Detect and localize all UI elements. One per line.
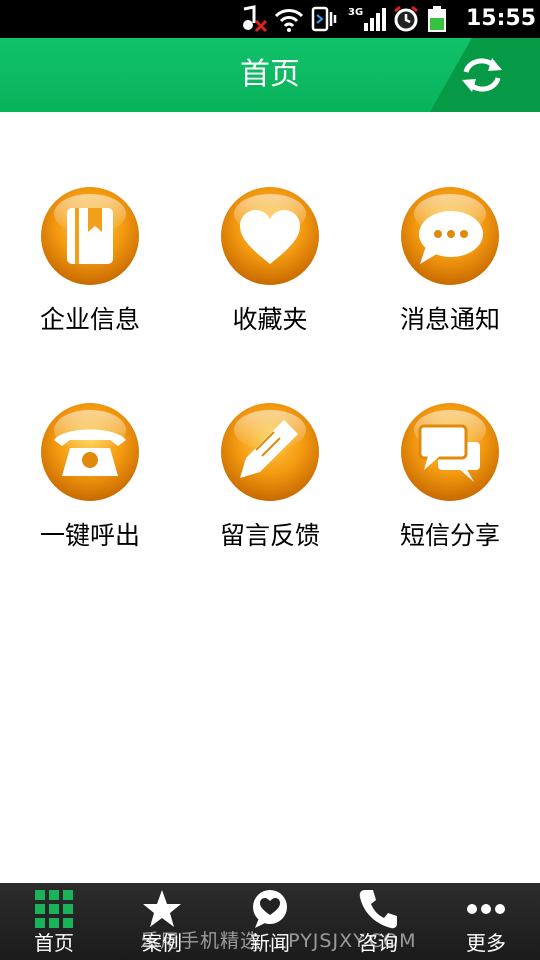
refresh-icon[interactable] [460,56,504,94]
star-icon [143,890,181,927]
battery-icon [428,6,446,32]
nav-cases[interactable]: 案例 [108,883,216,960]
tile-feedback[interactable]: 留言反馈 [180,396,360,612]
nav-more[interactable]: 更多 [432,883,540,960]
music-off-icon [243,5,268,33]
nav-consult[interactable]: 咨询 [324,883,432,960]
heart-bubble-icon [253,890,287,928]
vibrate-icon [311,6,337,32]
chat-bubble-icon [401,187,499,285]
more-icon [467,904,505,914]
nav-label: 更多 [466,931,506,955]
feature-grid: 企业信息 收藏夹 消息通知 一键呼出 留言反馈 短信分享 [0,180,540,612]
tile-one-key-call[interactable]: 一键呼出 [0,396,180,612]
page-title: 首页 [240,57,300,92]
nav-label: 案例 [142,931,182,955]
svg-text:3G: 3G [348,7,363,18]
wifi-icon [274,9,304,32]
tile-label: 一键呼出 [39,521,140,550]
pencil-icon [221,403,319,501]
alarm-clock-icon [394,5,418,32]
messages-icon [401,403,499,501]
tile-favorites[interactable]: 收藏夹 [180,180,360,396]
nav-home[interactable]: 首页 [0,883,108,960]
tile-label: 企业信息 [39,305,140,334]
tile-label: 收藏夹 [232,305,308,334]
bottom-nav: 首页 案例 新闻 咨询 更多 [0,883,540,960]
nav-news[interactable]: 新闻 [216,883,324,960]
tile-sms-share[interactable]: 短信分享 [360,396,540,612]
status-time: 15:55 [465,6,536,31]
nav-label: 首页 [34,931,74,955]
tile-label: 短信分享 [399,521,500,550]
notebook-icon [41,187,139,285]
telephone-icon [41,403,139,501]
tile-notifications[interactable]: 消息通知 [360,180,540,396]
tile-label: 留言反馈 [219,521,320,550]
tile-company-info[interactable]: 企业信息 [0,180,180,396]
status-bar: 3G 15:55 [0,0,540,38]
tile-label: 消息通知 [399,305,500,334]
phone-icon [359,890,397,929]
app-header: 首页 [0,38,540,112]
signal-3g-icon: 3G [348,7,386,31]
nav-label: 咨询 [358,931,398,955]
grid-icon [35,890,73,928]
heart-icon [221,187,319,285]
nav-label: 新闻 [250,931,290,955]
